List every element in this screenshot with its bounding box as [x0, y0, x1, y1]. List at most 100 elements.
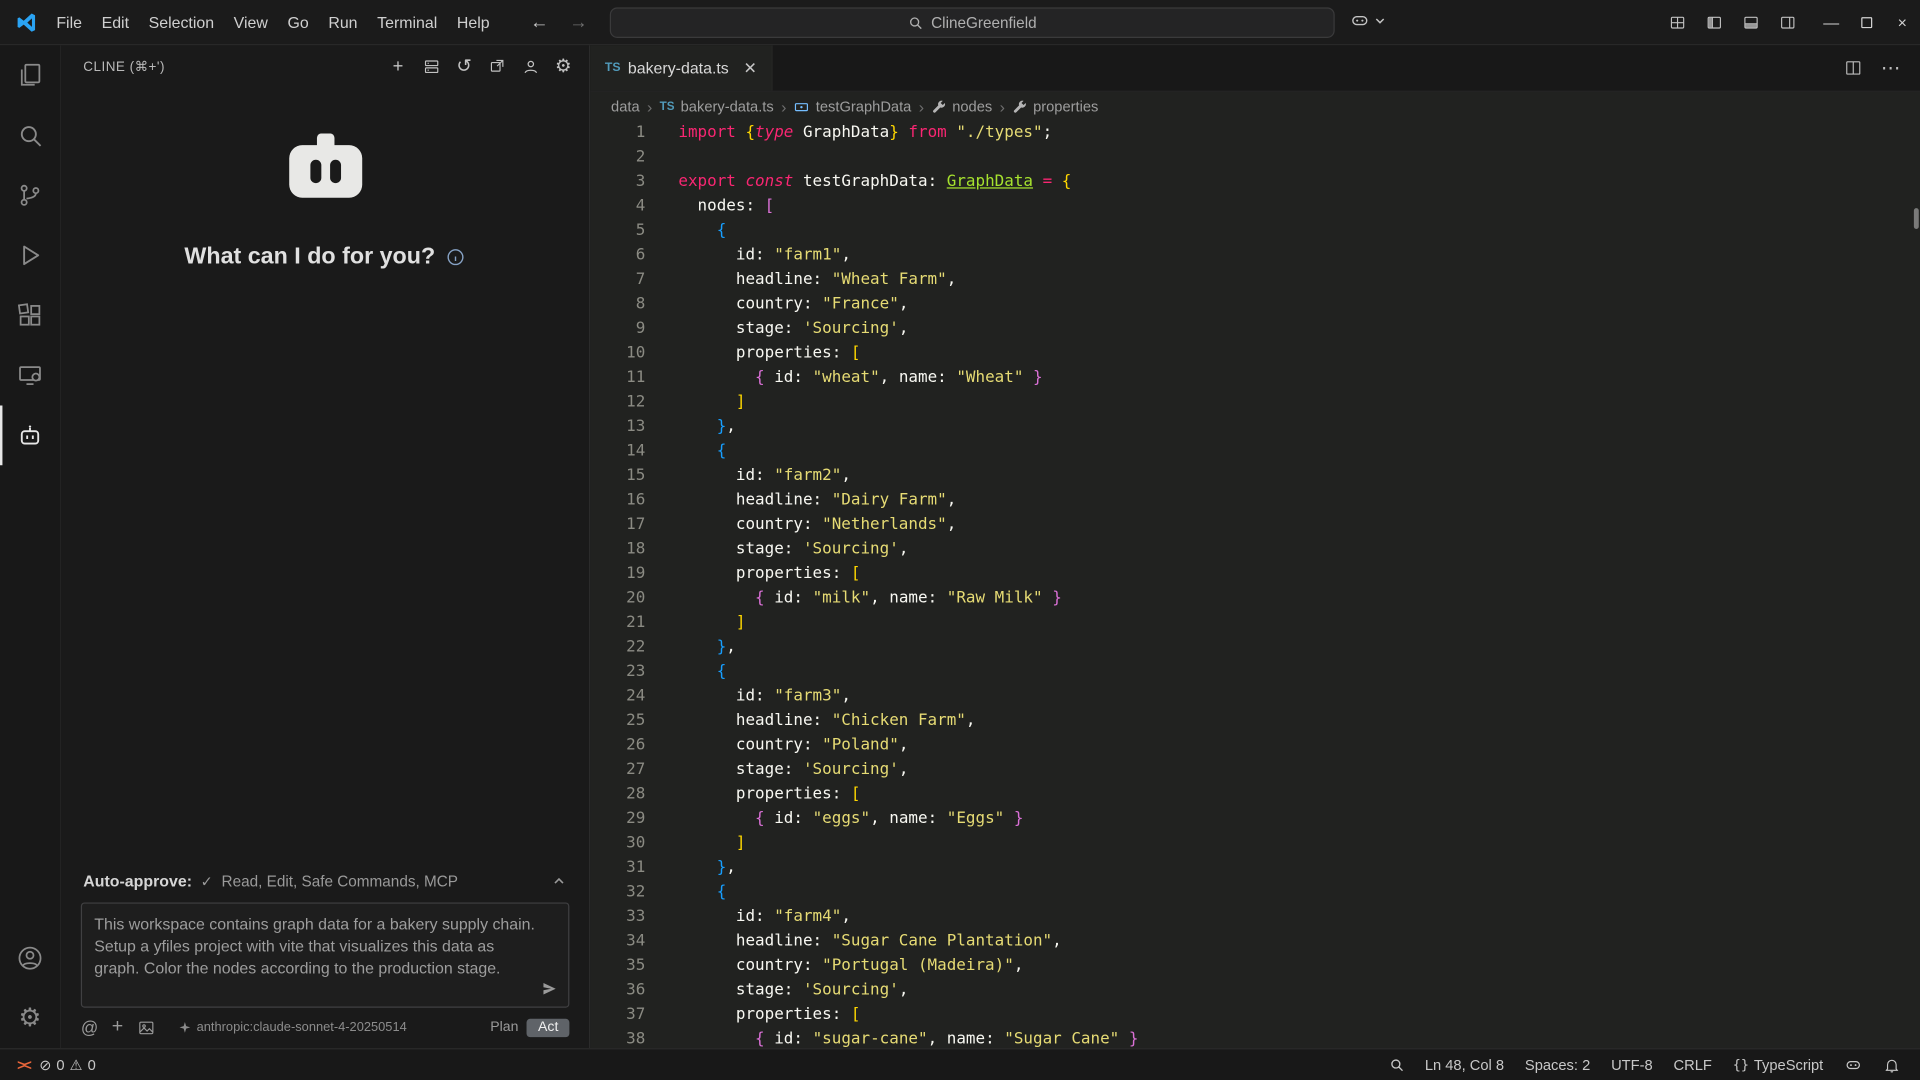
- tab-bakery-data[interactable]: TS bakery-data.ts ✕: [590, 45, 773, 90]
- menu-selection[interactable]: Selection: [139, 0, 224, 45]
- menu-help[interactable]: Help: [447, 0, 499, 45]
- code-line[interactable]: 22 },: [590, 636, 1920, 660]
- code-line[interactable]: 36 stage: 'Sourcing',: [590, 978, 1920, 1002]
- model-selector[interactable]: anthropic:claude-sonnet-4-20250514: [178, 1020, 407, 1035]
- menu-view[interactable]: View: [224, 0, 278, 45]
- code-line[interactable]: 7 headline: "Wheat Farm",: [590, 268, 1920, 292]
- code-line[interactable]: 33 id: "farm4",: [590, 905, 1920, 929]
- remote-explorer-icon[interactable]: [0, 345, 60, 405]
- problems-indicator[interactable]: ⊘ 0 ⚠ 0: [34, 1049, 100, 1080]
- send-icon[interactable]: [540, 980, 558, 998]
- plan-act-toggle[interactable]: Plan Act: [490, 1018, 569, 1036]
- code-line[interactable]: 32 {: [590, 880, 1920, 904]
- cline-extension-icon[interactable]: [0, 405, 60, 465]
- code-line[interactable]: 16 headline: "Dairy Farm",: [590, 489, 1920, 513]
- code-line[interactable]: 19 properties: [: [590, 562, 1920, 586]
- split-editor-icon[interactable]: [1844, 59, 1862, 77]
- code-line[interactable]: 6 id: "farm1",: [590, 244, 1920, 268]
- code-line[interactable]: 17 country: "Netherlands",: [590, 513, 1920, 537]
- code-line[interactable]: 31 },: [590, 856, 1920, 880]
- toggle-secondary-sidebar-icon[interactable]: [1772, 7, 1803, 38]
- code-line[interactable]: 11 { id: "wheat", name: "Wheat" }: [590, 366, 1920, 390]
- code-line[interactable]: 23 {: [590, 660, 1920, 684]
- code-line[interactable]: 24 id: "farm3",: [590, 684, 1920, 708]
- code-line[interactable]: 34 headline: "Sugar Cane Plantation",: [590, 929, 1920, 953]
- code-editor[interactable]: 1import {type GraphData} from "./types";…: [590, 121, 1920, 1048]
- code-line[interactable]: 15 id: "farm2",: [590, 464, 1920, 488]
- run-debug-icon[interactable]: [0, 225, 60, 285]
- menu-terminal[interactable]: Terminal: [367, 0, 447, 45]
- code-line[interactable]: 14 {: [590, 440, 1920, 464]
- mention-icon[interactable]: @: [81, 1018, 98, 1038]
- cursor-position[interactable]: Ln 48, Col 8: [1420, 1049, 1509, 1080]
- settings-gear-icon[interactable]: ⚙: [0, 988, 60, 1048]
- menu-edit[interactable]: Edit: [92, 0, 139, 45]
- breadcrumb-symbol-testGraphData[interactable]: testGraphData: [791, 98, 914, 115]
- encoding[interactable]: UTF-8: [1606, 1049, 1657, 1080]
- code-line[interactable]: 13 },: [590, 415, 1920, 439]
- code-line[interactable]: 30 ]: [590, 831, 1920, 855]
- scrollbar-thumb[interactable]: [1914, 208, 1919, 229]
- chevron-down-icon[interactable]: [1373, 13, 1388, 28]
- account-icon[interactable]: [517, 53, 544, 80]
- code-line[interactable]: 37 properties: [: [590, 1003, 1920, 1027]
- search-sidebar-icon[interactable]: [0, 105, 60, 165]
- extensions-icon[interactable]: [0, 285, 60, 345]
- code-line[interactable]: 29 { id: "eggs", name: "Eggs" }: [590, 807, 1920, 831]
- eol-sequence[interactable]: CRLF: [1669, 1049, 1717, 1080]
- open-in-editor-icon[interactable]: [484, 53, 511, 80]
- history-icon[interactable]: ↺: [451, 53, 478, 80]
- code-line[interactable]: 20 { id: "milk", name: "Raw Milk" }: [590, 587, 1920, 611]
- navigate-forward-icon[interactable]: →: [569, 12, 587, 33]
- zoom-indicator[interactable]: [1383, 1049, 1409, 1080]
- image-attach-icon[interactable]: [137, 1018, 155, 1036]
- add-context-icon[interactable]: +: [112, 1016, 123, 1038]
- language-mode[interactable]: {} TypeScript: [1728, 1049, 1828, 1080]
- copilot-icon[interactable]: [1349, 10, 1370, 31]
- breadcrumb-symbol-nodes[interactable]: nodes: [929, 98, 995, 115]
- source-control-icon[interactable]: [0, 165, 60, 225]
- menu-go[interactable]: Go: [278, 0, 319, 45]
- code-line[interactable]: 21 ]: [590, 611, 1920, 635]
- code-line[interactable]: 38 { id: "sugar-cane", name: "Sugar Cane…: [590, 1027, 1920, 1048]
- breadcrumb-folder[interactable]: data: [609, 98, 643, 115]
- menu-file[interactable]: File: [47, 0, 92, 45]
- code-line[interactable]: 25 headline: "Chicken Farm",: [590, 709, 1920, 733]
- code-line[interactable]: 10 properties: [: [590, 342, 1920, 366]
- more-actions-icon[interactable]: ⋯: [1881, 56, 1902, 80]
- code-line[interactable]: 8 country: "France",: [590, 293, 1920, 317]
- copilot-status[interactable]: [1839, 1049, 1867, 1080]
- code-line[interactable]: 3export const testGraphData: GraphData =…: [590, 170, 1920, 194]
- plan-label[interactable]: Plan: [490, 1020, 518, 1035]
- toggle-panel-icon[interactable]: [1735, 7, 1766, 38]
- code-line[interactable]: 18 stage: 'Sourcing',: [590, 538, 1920, 562]
- toggle-primary-sidebar-icon[interactable]: [1698, 7, 1729, 38]
- customize-layout-icon[interactable]: [1662, 7, 1693, 38]
- act-label[interactable]: Act: [527, 1018, 569, 1036]
- code-line[interactable]: 5 {: [590, 219, 1920, 243]
- auto-approve-bar[interactable]: Auto-approve: ✓ Read, Edit, Safe Command…: [61, 860, 589, 900]
- cline-settings-icon[interactable]: ⚙: [550, 53, 577, 80]
- chat-input[interactable]: This workspace contains graph data for a…: [81, 902, 570, 1007]
- indentation[interactable]: Spaces: 2: [1520, 1049, 1595, 1080]
- code-line[interactable]: 2: [590, 146, 1920, 170]
- info-icon[interactable]: [446, 247, 466, 267]
- explorer-icon[interactable]: [0, 45, 60, 105]
- notifications[interactable]: [1878, 1049, 1905, 1080]
- window-maximize-icon[interactable]: [1849, 0, 1885, 45]
- window-close-icon[interactable]: ×: [1884, 0, 1920, 45]
- navigate-back-icon[interactable]: ←: [530, 12, 548, 33]
- code-line[interactable]: 28 properties: [: [590, 782, 1920, 806]
- code-line[interactable]: 4 nodes: [: [590, 195, 1920, 219]
- menu-run[interactable]: Run: [319, 0, 368, 45]
- new-task-icon[interactable]: +: [384, 53, 411, 80]
- command-center-search[interactable]: ClineGreenfield: [610, 7, 1335, 38]
- code-line[interactable]: 12 ]: [590, 391, 1920, 415]
- window-minimize-icon[interactable]: —: [1813, 0, 1849, 45]
- code-line[interactable]: 27 stage: 'Sourcing',: [590, 758, 1920, 782]
- code-line[interactable]: 9 stage: 'Sourcing',: [590, 317, 1920, 341]
- breadcrumb-file[interactable]: TS bakery-data.ts: [657, 98, 776, 115]
- code-line[interactable]: 35 country: "Portugal (Madeira)",: [590, 954, 1920, 978]
- chevron-up-icon[interactable]: [551, 873, 567, 889]
- breadcrumb-symbol-properties[interactable]: properties: [1010, 98, 1101, 115]
